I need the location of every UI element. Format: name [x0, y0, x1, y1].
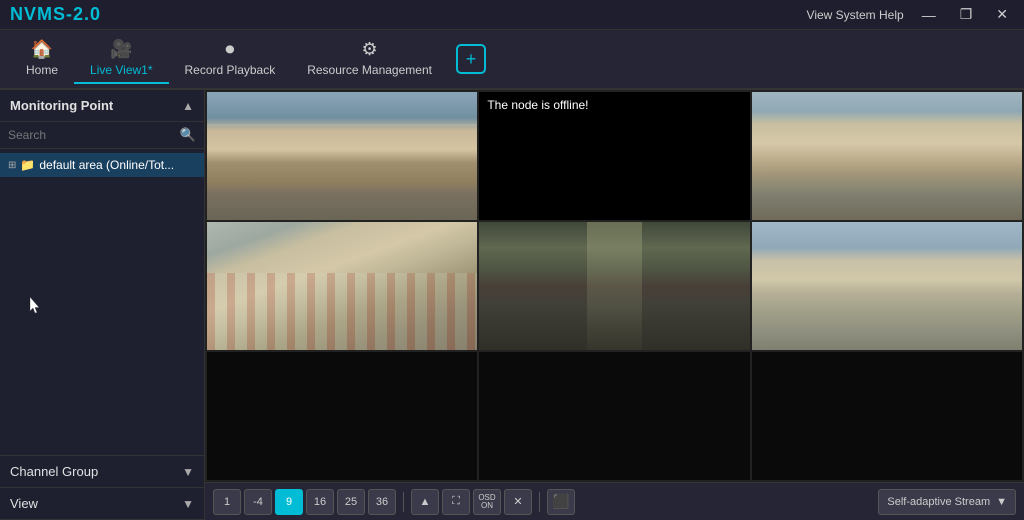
- layout-25-button[interactable]: 25: [337, 489, 365, 515]
- channel-group-label: Channel Group: [10, 464, 98, 479]
- camera-icon: 🎥: [110, 39, 132, 60]
- live-view-label: Live View1*: [90, 63, 152, 77]
- add-icon: +: [466, 49, 477, 70]
- camera-cell-4[interactable]: [207, 222, 477, 350]
- triangle-up-icon: ▲: [420, 496, 431, 508]
- camera-grid: The node is offline!: [205, 90, 1024, 482]
- prev-layout-button[interactable]: ▲: [411, 489, 439, 515]
- camera-cell-6[interactable]: [752, 222, 1022, 350]
- layout-9-button[interactable]: 9: [275, 489, 303, 515]
- fullscreen-button[interactable]: ⛶: [442, 489, 470, 515]
- minimize-button[interactable]: —: [916, 5, 942, 25]
- fullscreen-icon: ⛶: [452, 495, 460, 508]
- restore-button[interactable]: ❐: [954, 4, 979, 25]
- camera-cell-9[interactable]: [752, 352, 1022, 480]
- layout-16-button[interactable]: 16: [306, 489, 334, 515]
- sidebar: Monitoring Point ▲ 🔍 ⊞ 📁 default area (O…: [0, 90, 205, 520]
- osd-on-label: ON: [481, 502, 493, 510]
- camera-cell-1[interactable]: [207, 92, 477, 220]
- camera-cell-7[interactable]: [207, 352, 477, 480]
- playback-icon: ⏺: [225, 39, 234, 60]
- camera-cell-3[interactable]: [752, 92, 1022, 220]
- snapshot-button[interactable]: ⬛: [547, 489, 575, 515]
- tree-item-default-area[interactable]: ⊞ 📁 default area (Online/Tot...: [0, 153, 204, 177]
- nav-record-playback[interactable]: ⏺ Record Playback: [169, 34, 292, 84]
- stream-select[interactable]: Self-adaptive Stream ▼: [878, 489, 1016, 515]
- home-icon: 🏠: [31, 39, 53, 60]
- title-bar-right: View System Help — ❐ ✕: [807, 4, 1014, 25]
- record-playback-label: Record Playback: [185, 63, 276, 77]
- sidebar-bottom: Channel Group ▼ View ▼: [0, 455, 204, 520]
- stream-label: Self-adaptive Stream: [887, 496, 990, 508]
- search-input[interactable]: [8, 128, 180, 142]
- monitoring-point-label: Monitoring Point: [10, 98, 113, 113]
- layout-1-button[interactable]: 1: [213, 489, 241, 515]
- close-all-icon: ✕: [513, 495, 522, 508]
- camera-area: The node is offline! 1 -4 9 16 25 36 ▲: [205, 90, 1024, 520]
- separator-2: [539, 492, 540, 512]
- view-arrow-icon: ▼: [182, 497, 194, 511]
- search-icon[interactable]: 🔍: [180, 127, 196, 143]
- app-logo: NVMS-2.0: [10, 4, 101, 25]
- tree-item-label: default area (Online/Tot...: [39, 158, 174, 172]
- camera-cell-5[interactable]: [479, 222, 749, 350]
- main-content: Monitoring Point ▲ 🔍 ⊞ 📁 default area (O…: [0, 90, 1024, 520]
- add-tab-button[interactable]: +: [456, 44, 486, 74]
- separator-1: [403, 492, 404, 512]
- nav-resource-mgmt[interactable]: ⚙ Resource Management: [291, 34, 448, 84]
- offline-message: The node is offline!: [479, 92, 596, 118]
- close-button[interactable]: ✕: [990, 4, 1014, 25]
- toolbar: 1 -4 9 16 25 36 ▲ ⛶ OSD ON ✕ ⬛: [205, 482, 1024, 520]
- tree-area: ⊞ 📁 default area (Online/Tot...: [0, 149, 204, 455]
- view-system-help-link[interactable]: View System Help: [807, 8, 904, 22]
- nav-live-view[interactable]: 🎥 Live View1*: [74, 34, 168, 84]
- title-bar-left: NVMS-2.0: [10, 4, 101, 25]
- layout-4-button[interactable]: -4: [244, 489, 272, 515]
- nav-home[interactable]: 🏠 Home: [10, 34, 74, 84]
- close-all-button[interactable]: ✕: [504, 489, 532, 515]
- view-section[interactable]: View ▼: [0, 488, 204, 520]
- nav-bar: 🏠 Home 🎥 Live View1* ⏺ Record Playback ⚙…: [0, 30, 1024, 90]
- osd-button[interactable]: OSD ON: [473, 489, 501, 515]
- search-bar: 🔍: [0, 122, 204, 149]
- camera-cell-2[interactable]: The node is offline!: [479, 92, 749, 220]
- channel-group-section[interactable]: Channel Group ▼: [0, 456, 204, 488]
- layout-36-button[interactable]: 36: [368, 489, 396, 515]
- view-label: View: [10, 496, 38, 511]
- cursor-indicator: [30, 297, 42, 315]
- collapse-arrow-icon[interactable]: ▲: [182, 99, 194, 113]
- tree-empty-area: [0, 177, 204, 377]
- stream-dropdown-icon: ▼: [996, 496, 1007, 508]
- snapshot-icon: ⬛: [552, 493, 569, 510]
- home-label: Home: [26, 63, 58, 77]
- folder-icon: 📁: [20, 158, 35, 172]
- channel-group-arrow-icon: ▼: [182, 465, 194, 479]
- resource-mgmt-label: Resource Management: [307, 63, 432, 77]
- monitoring-point-header[interactable]: Monitoring Point ▲: [0, 90, 204, 122]
- resource-icon: ⚙: [362, 39, 378, 60]
- expand-icon: ⊞: [8, 160, 16, 171]
- camera-cell-8[interactable]: [479, 352, 749, 480]
- title-bar: NVMS-2.0 View System Help — ❐ ✕: [0, 0, 1024, 30]
